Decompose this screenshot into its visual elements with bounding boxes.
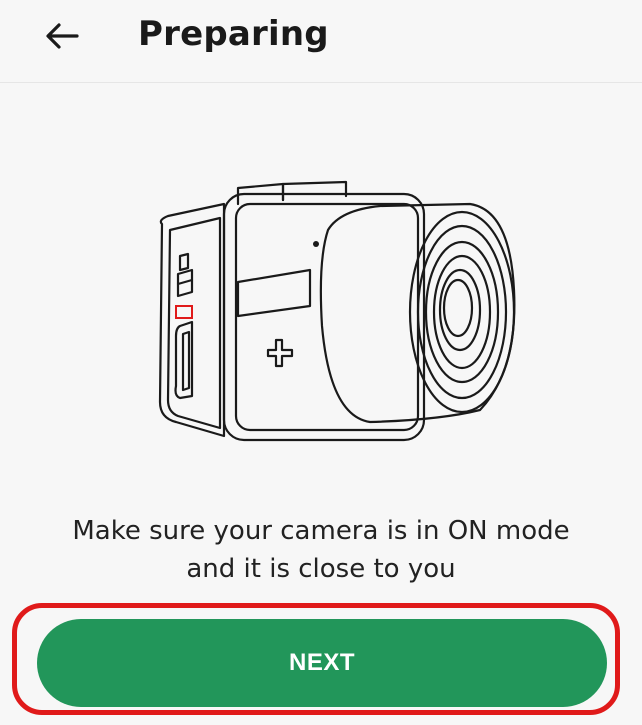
app-header: Preparing bbox=[0, 0, 642, 83]
camera-icon bbox=[158, 180, 516, 442]
camera-illustration bbox=[140, 170, 520, 460]
instruction-text: Make sure your camera is in ON mode and … bbox=[72, 516, 570, 584]
preparing-screen: Preparing Make sure your camera is in ON… bbox=[0, 0, 642, 725]
next-button[interactable]: NEXT bbox=[37, 619, 607, 707]
back-button[interactable] bbox=[40, 14, 84, 58]
page-title: Preparing bbox=[138, 14, 329, 54]
arrow-left-icon bbox=[46, 23, 79, 49]
